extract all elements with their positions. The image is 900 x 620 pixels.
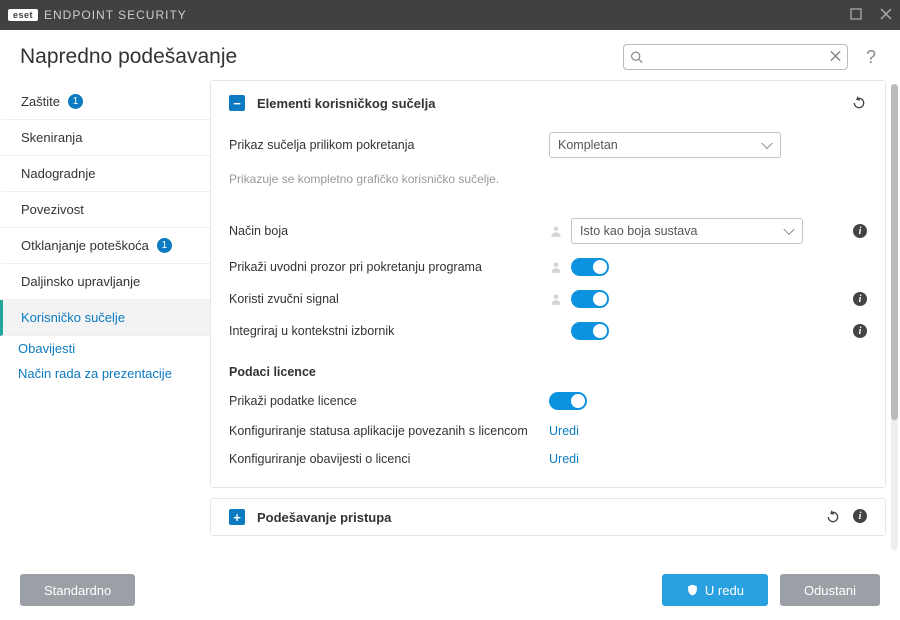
sidebar-subitem-notifications[interactable]: Obavijesti xyxy=(0,336,210,361)
page-header: Napredno podešavanje ? xyxy=(0,30,900,80)
info-icon[interactable]: i xyxy=(853,324,867,338)
sound-toggle[interactable] xyxy=(571,290,609,308)
license-subheading: Podaci licence xyxy=(229,347,867,385)
sidebar-item-troubleshoot[interactable]: Otklanjanje poteškoća 1 xyxy=(0,228,210,264)
close-icon[interactable] xyxy=(880,7,892,23)
sidebar-item-label: Način rada za prezentacije xyxy=(18,366,172,381)
sidebar-item-label: Skeniranja xyxy=(21,130,82,145)
sidebar-item-protection[interactable]: Zaštite 1 xyxy=(0,84,210,120)
default-button[interactable]: Standardno xyxy=(20,574,135,606)
sidebar-item-label: Obavijesti xyxy=(18,341,75,356)
row-label: Integriraj u kontekstni izbornik xyxy=(229,324,549,338)
window-controls xyxy=(850,7,892,23)
row-label: Način boja xyxy=(229,224,549,238)
row-context-menu: Integriraj u kontekstni izbornik i xyxy=(229,315,867,347)
row-startup-display: Prikaz sučelja prilikom pokretanja Kompl… xyxy=(229,125,867,165)
help-icon[interactable]: ? xyxy=(862,47,880,68)
info-icon[interactable]: i xyxy=(853,292,867,306)
app-logo: eset ENDPOINT SECURITY xyxy=(8,8,187,22)
revert-icon[interactable] xyxy=(825,509,841,525)
row-label: Konfiguriranje obavijesti o licenci xyxy=(229,452,549,466)
ok-button[interactable]: U redu xyxy=(662,574,768,606)
panel-title: Elementi korisničkog sučelja xyxy=(257,96,435,111)
row-hint: Prikazuje se kompletno grafičko korisnič… xyxy=(229,172,499,186)
sidebar-item-label: Otklanjanje poteškoća xyxy=(21,238,149,253)
scrollbar-thumb[interactable] xyxy=(891,84,898,420)
startup-display-select[interactable]: Kompletan xyxy=(549,132,781,158)
row-color-mode: Način boja Isto kao boja sustava i xyxy=(229,211,867,251)
sidebar-item-label: Nadogradnje xyxy=(21,166,95,181)
user-icon xyxy=(549,260,563,274)
show-license-toggle[interactable] xyxy=(549,392,587,410)
info-icon[interactable]: i xyxy=(853,224,867,238)
user-icon xyxy=(549,292,563,306)
search-input[interactable] xyxy=(623,44,848,70)
sidebar-subitem-presentation[interactable]: Način rada za prezentacije xyxy=(0,361,210,386)
row-license-notif-config: Konfiguriranje obavijesti o licenci Ured… xyxy=(229,445,867,473)
titlebar: eset ENDPOINT SECURITY xyxy=(0,0,900,30)
sidebar-item-label: Korisničko sučelje xyxy=(21,310,125,325)
page-title: Napredno podešavanje xyxy=(20,45,237,69)
row-license-status-config: Konfiguriranje statusa aplikacije poveza… xyxy=(229,417,867,445)
search-wrap xyxy=(623,44,848,70)
context-menu-toggle[interactable] xyxy=(571,322,609,340)
row-sound: Koristi zvučni signal i xyxy=(229,283,867,315)
info-icon[interactable]: i xyxy=(853,509,867,523)
clear-search-icon[interactable] xyxy=(830,49,841,66)
sidebar-item-label: Povezivost xyxy=(21,202,84,217)
row-show-license: Prikaži podatke licence xyxy=(229,385,867,417)
panel-ui-elements: − Elementi korisničkog sučelja Prikaz su… xyxy=(210,80,886,488)
user-icon xyxy=(549,224,563,238)
sidebar-item-label: Zaštite xyxy=(21,94,60,109)
sidebar-badge: 1 xyxy=(157,238,172,253)
edit-license-status-link[interactable]: Uredi xyxy=(549,424,579,438)
scrollbar[interactable] xyxy=(891,84,898,550)
footer: Standardno U redu Odustani xyxy=(0,560,900,620)
row-label: Koristi zvučni signal xyxy=(229,292,549,306)
sidebar-item-remote[interactable]: Daljinsko upravljanje xyxy=(0,264,210,300)
shield-icon xyxy=(686,583,699,597)
row-label: Konfiguriranje statusa aplikacije poveza… xyxy=(229,424,549,438)
row-label: Prikaži uvodni prozor pri pokretanju pro… xyxy=(229,260,549,274)
cancel-button[interactable]: Odustani xyxy=(780,574,880,606)
panel-title: Podešavanje pristupa xyxy=(257,510,391,525)
sidebar-item-connectivity[interactable]: Povezivost xyxy=(0,192,210,228)
panel-header: − Elementi korisničkog sučelja xyxy=(229,95,867,111)
color-mode-select[interactable]: Isto kao boja sustava xyxy=(571,218,803,244)
row-label: Prikaz sučelja prilikom pokretanja xyxy=(229,138,549,152)
sidebar-item-scans[interactable]: Skeniranja xyxy=(0,120,210,156)
panel-access-setup: + Podešavanje pristupa i xyxy=(210,498,886,536)
revert-icon[interactable] xyxy=(851,95,867,111)
sidebar-item-label: Daljinsko upravljanje xyxy=(21,274,140,289)
sidebar: Zaštite 1 Skeniranja Nadogradnje Poveziv… xyxy=(0,80,210,550)
row-splash: Prikaži uvodni prozor pri pokretanju pro… xyxy=(229,251,867,283)
edit-license-notif-link[interactable]: Uredi xyxy=(549,452,579,466)
sidebar-badge: 1 xyxy=(68,94,83,109)
brand-badge: eset xyxy=(8,9,38,21)
collapse-icon[interactable]: − xyxy=(229,95,245,111)
content: − Elementi korisničkog sučelja Prikaz su… xyxy=(210,80,900,550)
row-startup-hint: Prikazuje se kompletno grafičko korisnič… xyxy=(229,165,867,193)
maximize-icon[interactable] xyxy=(850,7,862,23)
expand-icon[interactable]: + xyxy=(229,509,245,525)
app-name: ENDPOINT SECURITY xyxy=(44,8,187,22)
sidebar-item-updates[interactable]: Nadogradnje xyxy=(0,156,210,192)
sidebar-item-ui[interactable]: Korisničko sučelje xyxy=(0,300,210,336)
splash-toggle[interactable] xyxy=(571,258,609,276)
row-label: Prikaži podatke licence xyxy=(229,394,549,408)
